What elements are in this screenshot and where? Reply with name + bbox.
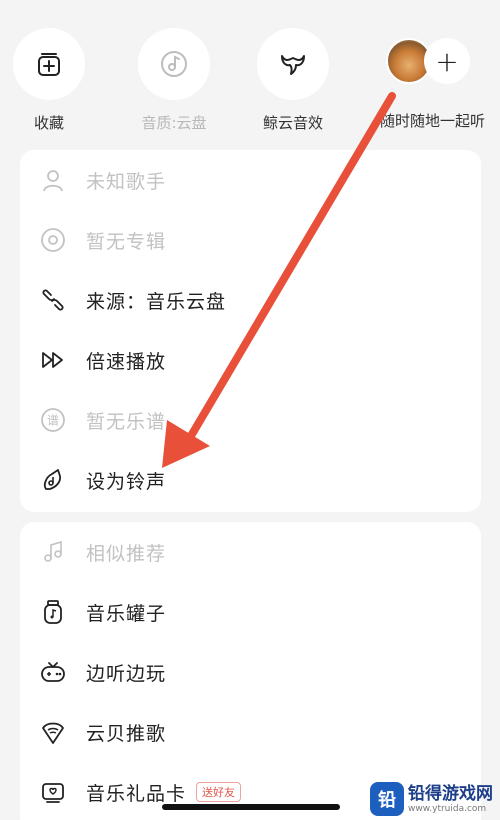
menu-item-singer[interactable]: 未知歌手 — [20, 150, 481, 210]
quick-actions: 收藏 音质:云盘 鲸云音效 + 随时随地一起听 — [0, 0, 500, 140]
watermark-name: 铅得游戏网 — [408, 783, 493, 804]
watermark: 铅 铅得游戏网 www.ytruida.com — [370, 778, 500, 820]
plus-icon[interactable]: + — [424, 38, 470, 84]
effect-button[interactable] — [257, 28, 329, 100]
score-icon: 谱 — [41, 408, 65, 432]
menu-item-label: 音乐礼品卡 — [86, 782, 187, 805]
more-features-card: 相似推荐 音乐罐子 边听边玩 云贝推歌 音乐礼品卡 送好友 — [20, 522, 481, 820]
menu-item-label: 相似推荐 — [86, 542, 167, 565]
music-jar-icon — [44, 600, 62, 624]
fast-forward-icon — [42, 352, 63, 368]
menu-item-similar[interactable]: 相似推荐 — [20, 522, 481, 582]
svg-text:谱: 谱 — [47, 414, 59, 428]
menu-item-label: 云贝推歌 — [86, 722, 167, 745]
menu-item-score[interactable]: 谱 暂无乐谱 — [20, 390, 481, 450]
menu-item-label: 未知歌手 — [86, 170, 167, 193]
whale-tail-icon — [281, 55, 305, 75]
menu-item-cloud-coin[interactable]: 云贝推歌 — [20, 702, 481, 762]
gamepad-icon — [41, 662, 65, 682]
menu-item-ringtone[interactable]: 设为铃声 — [20, 450, 481, 510]
ringtone-icon — [43, 469, 62, 490]
menu-item-label: 音乐罐子 — [86, 602, 167, 625]
watermark-logo: 铅 — [370, 782, 404, 816]
quality-action[interactable]: 音质:云盘 — [119, 28, 229, 133]
album-icon — [41, 228, 65, 252]
cloud-coin-icon — [42, 722, 64, 744]
menu-item-source[interactable]: 来源：音乐云盘 — [20, 270, 481, 330]
menu-item-speed[interactable]: 倍速播放 — [20, 330, 481, 390]
menu-item-listen-play[interactable]: 边听边玩 — [20, 642, 481, 702]
menu-item-label: 来源：音乐云盘 — [86, 290, 227, 313]
menu-item-label: 暂无专辑 — [86, 230, 167, 253]
similar-music-icon — [44, 540, 62, 562]
menu-item-label: 设为铃声 — [86, 470, 167, 493]
link-icon — [42, 289, 64, 311]
add-playlist-icon — [38, 53, 60, 76]
listen-together-label: 随时随地一起听 — [379, 112, 485, 130]
collect-button[interactable] — [13, 28, 85, 100]
watermark-url: www.ytruida.com — [408, 803, 487, 814]
person-icon — [43, 170, 63, 192]
effect-action[interactable]: 鲸云音效 — [238, 28, 348, 133]
quality-label: 音质:云盘 — [141, 114, 207, 132]
listen-together-action[interactable]: + 随时随地一起听 — [370, 28, 495, 131]
quality-button[interactable] — [138, 28, 210, 100]
send-friend-badge: 送好友 — [196, 782, 242, 802]
effect-label: 鲸云音效 — [262, 114, 323, 132]
music-disc-icon — [161, 51, 187, 77]
collect-label: 收藏 — [33, 114, 64, 132]
menu-item-album[interactable]: 暂无专辑 — [20, 210, 481, 270]
song-info-card: 未知歌手 暂无专辑 来源：音乐云盘 倍速播放 谱 暂无乐谱 设为铃声 — [20, 150, 481, 512]
menu-item-label: 暂无乐谱 — [86, 410, 167, 433]
menu-item-label: 倍速播放 — [86, 350, 167, 373]
menu-item-label: 边听边玩 — [86, 662, 167, 685]
gift-card-icon — [42, 783, 64, 803]
menu-item-music-jar[interactable]: 音乐罐子 — [20, 582, 481, 642]
home-indicator — [162, 804, 340, 810]
collect-action[interactable]: 收藏 — [0, 28, 104, 133]
